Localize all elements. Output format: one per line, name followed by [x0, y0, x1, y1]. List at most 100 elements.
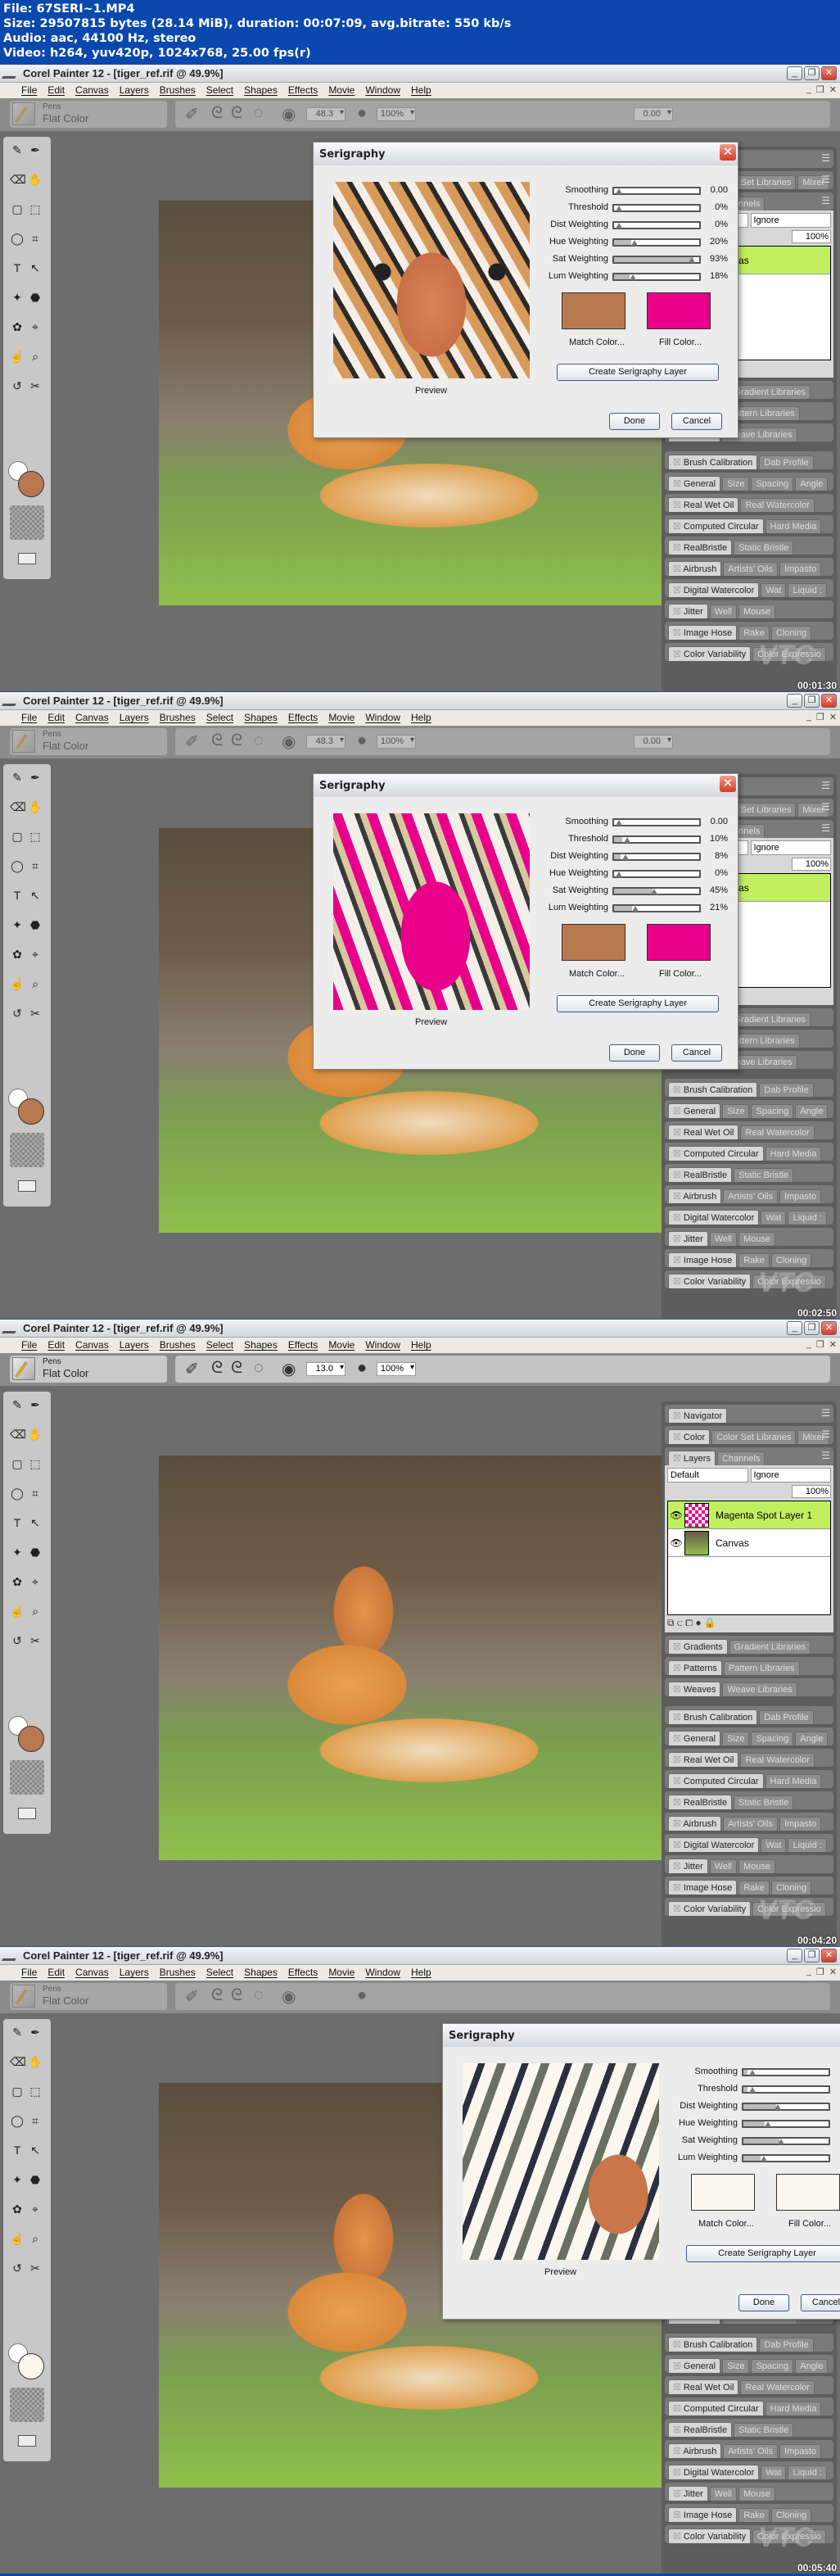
tool-icon[interactable]: ↖: [28, 889, 43, 903]
tab-airbrush[interactable]: Airbrush: [668, 1816, 722, 1831]
tool-icon[interactable]: ⌫: [10, 1428, 26, 1442]
tool-icon[interactable]: ↺: [10, 1634, 25, 1649]
tab-angle[interactable]: Angle: [795, 477, 829, 491]
tab-angle[interactable]: Angle: [795, 1104, 829, 1118]
composite-depth-select[interactable]: Ignore: [750, 840, 831, 855]
doc-minimize-button[interactable]: _: [806, 1339, 811, 1350]
tab-color-variability[interactable]: Color Variability: [668, 1901, 752, 1916]
tab-brush-calibration[interactable]: Brush Calibration: [668, 1709, 758, 1724]
tab-image-hose[interactable]: Image Hose: [668, 625, 738, 640]
tab-rake[interactable]: Rake: [738, 1253, 770, 1267]
panel-menu-icon[interactable]: ☰: [821, 780, 830, 791]
tab-realbristle[interactable]: RealBristle: [668, 1795, 733, 1809]
menu-help[interactable]: Help: [411, 712, 431, 726]
tool-icon[interactable]: ⬚: [28, 830, 43, 844]
tool-icon[interactable]: ▢: [10, 2085, 25, 2099]
tab-color-variability[interactable]: Color Variability: [668, 2528, 752, 2543]
panel-menu-icon[interactable]: ☰: [821, 1407, 830, 1419]
slider-thumb[interactable]: [632, 906, 639, 912]
menu-shapes[interactable]: Shapes: [244, 712, 278, 726]
tab-dab-profile[interactable]: Dab Profile: [759, 455, 814, 469]
tab-brush-calibration[interactable]: Brush Calibration: [668, 1082, 758, 1097]
menu-select[interactable]: Select: [206, 712, 233, 726]
tool-icon[interactable]: ☝: [10, 2232, 25, 2247]
tab-airbrush[interactable]: Airbrush: [668, 561, 722, 576]
menu-edit[interactable]: Edit: [47, 1339, 65, 1353]
size-icon[interactable]: ◉: [282, 731, 296, 752]
menu-edit[interactable]: Edit: [47, 712, 65, 726]
tab-mouse[interactable]: Mouse: [738, 2487, 775, 2501]
tool-icon[interactable]: ◯: [10, 859, 25, 874]
menu-shapes[interactable]: Shapes: [244, 84, 278, 98]
tool-icon[interactable]: ✎: [10, 771, 25, 785]
stroke-freehand-icon[interactable]: ᘓ: [211, 1986, 223, 2005]
menu-brushes[interactable]: Brushes: [160, 1339, 196, 1353]
tab-dab-profile[interactable]: Dab Profile: [759, 2338, 814, 2352]
stroke-straight-icon[interactable]: ᘓ: [231, 731, 242, 750]
tab-pattern-libraries[interactable]: Pattern Libraries: [723, 1661, 800, 1675]
main-color[interactable]: [18, 471, 44, 497]
layer-row[interactable]: 👁 Magenta Spot Layer 1: [668, 1501, 830, 1529]
tab-color[interactable]: Color: [668, 1429, 711, 1444]
tab-liquid-[interactable]: Liquid :: [788, 2465, 827, 2479]
close-button[interactable]: ✕: [821, 1321, 837, 1335]
tool-icon[interactable]: ⬣: [28, 291, 43, 306]
create-serigraphy-layer-button[interactable]: Create Serigraphy Layer: [557, 364, 719, 381]
tab-size[interactable]: Size: [722, 2359, 750, 2373]
tab-liquid-[interactable]: Liquid :: [788, 1838, 827, 1852]
menu-canvas[interactable]: Canvas: [75, 1339, 109, 1353]
tool-icon[interactable]: ✂: [28, 1634, 43, 1649]
fill-color-swatch[interactable]: [776, 2174, 840, 2211]
tab-artists-oils[interactable]: Artists' Oils: [723, 1817, 778, 1831]
extra-field[interactable]: 0.00: [634, 735, 673, 749]
tab-size[interactable]: Size: [722, 1104, 750, 1118]
tab-jitter[interactable]: Jitter: [668, 1231, 708, 1246]
minimize-button[interactable]: _: [787, 66, 802, 80]
tool-icon[interactable]: ✦: [10, 1546, 25, 1560]
slider-thumb[interactable]: [761, 2156, 768, 2162]
tab-rake[interactable]: Rake: [738, 2508, 770, 2522]
tab-color-variability[interactable]: Color Variability: [668, 646, 752, 661]
stroke-freehand-icon[interactable]: ᘓ: [211, 104, 223, 123]
tab-digital-watercolor[interactable]: Digital Watercolor: [668, 1210, 760, 1225]
tab-mouse[interactable]: Mouse: [738, 604, 775, 618]
tab-hard-media[interactable]: Hard Media: [765, 519, 822, 533]
tool-icon[interactable]: ✋: [28, 1428, 43, 1442]
menu-window[interactable]: Window: [365, 712, 400, 726]
slider-thumb[interactable]: [631, 240, 639, 246]
slider-thumb[interactable]: [748, 2087, 756, 2093]
layer-row[interactable]: 👁 Canvas: [668, 1529, 830, 1557]
tab-real-wet-oil[interactable]: Real Wet Oil: [668, 2379, 739, 2394]
menu-movie[interactable]: Movie: [328, 1967, 355, 1981]
menu-effects[interactable]: Effects: [288, 1967, 318, 1981]
tab-real-watercolor[interactable]: Real Watercolor: [740, 498, 815, 512]
match-color-button[interactable]: Match Color...: [569, 969, 625, 979]
tab-hard-media[interactable]: Hard Media: [765, 1774, 822, 1788]
tab-cloning[interactable]: Cloning: [770, 1253, 812, 1267]
menu-window[interactable]: Window: [365, 1967, 400, 1981]
menu-select[interactable]: Select: [206, 84, 233, 98]
tool-icon[interactable]: ✒: [28, 2026, 43, 2040]
close-button[interactable]: ✕: [821, 1949, 837, 1963]
tab-airbrush[interactable]: Airbrush: [668, 2443, 722, 2458]
menu-layers[interactable]: Layers: [120, 712, 149, 726]
tab-image-hose[interactable]: Image Hose: [668, 1252, 738, 1267]
tool-icon[interactable]: ⌖: [28, 320, 43, 335]
tab-hard-media[interactable]: Hard Media: [765, 2402, 822, 2415]
tab-weaves[interactable]: Weaves: [668, 1682, 721, 1696]
menu-effects[interactable]: Effects: [288, 84, 318, 98]
tab-mouse[interactable]: Mouse: [738, 1859, 775, 1873]
tool-icon[interactable]: T: [10, 1516, 25, 1531]
composite-method-select[interactable]: Default: [667, 1468, 748, 1483]
menu-brushes[interactable]: Brushes: [160, 712, 196, 726]
create-serigraphy-layer-button[interactable]: Create Serigraphy Layer: [557, 995, 719, 1012]
doc-restore-button[interactable]: ❐: [816, 84, 824, 95]
opacity-field[interactable]: 100%: [377, 1362, 416, 1376]
opacity-field[interactable]: 100%: [377, 735, 416, 749]
slider-sat-weighting[interactable]: [612, 887, 701, 895]
media-button[interactable]: [18, 1808, 36, 1819]
tab-image-hose[interactable]: Image Hose: [668, 2507, 738, 2522]
tab-digital-watercolor[interactable]: Digital Watercolor: [668, 582, 760, 597]
tab-computed-circular[interactable]: Computed Circular: [668, 1773, 764, 1788]
match-color-swatch[interactable]: [691, 2174, 755, 2211]
